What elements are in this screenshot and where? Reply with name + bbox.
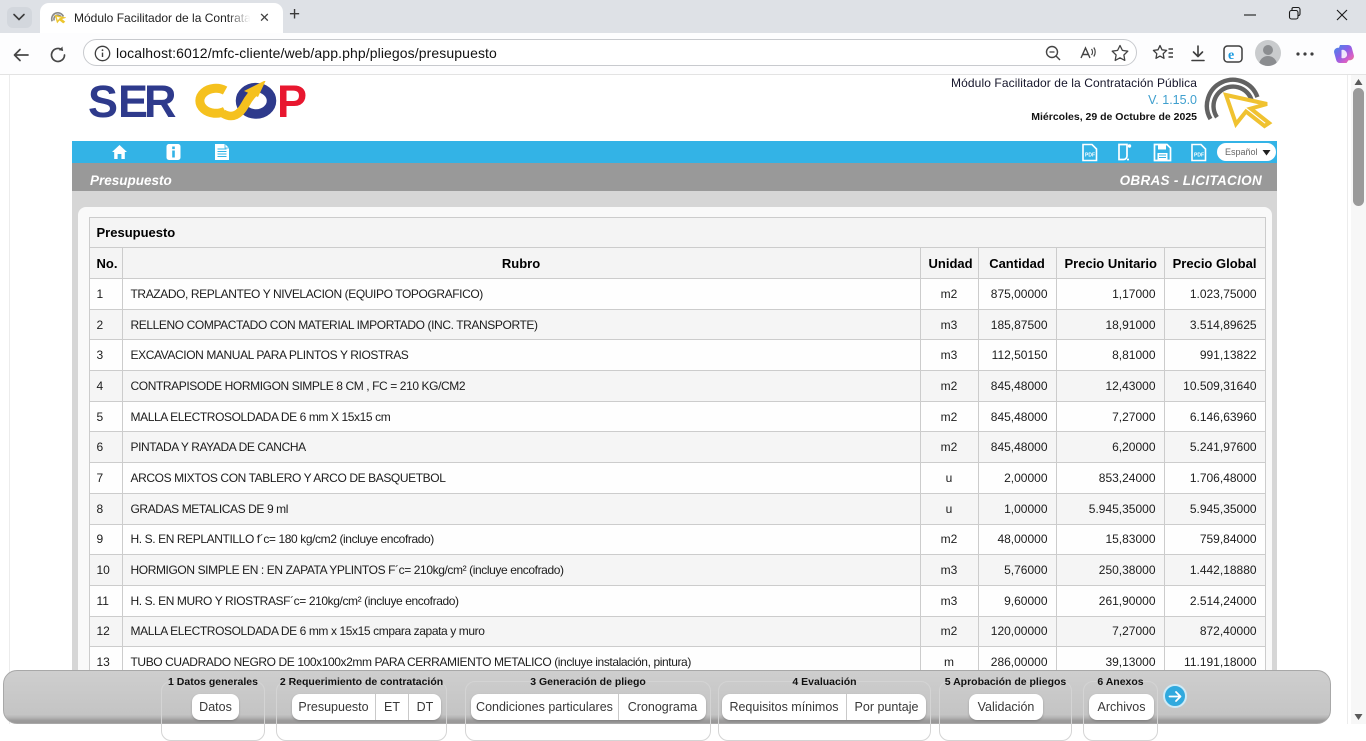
svg-text:PDF: PDF xyxy=(1194,153,1204,159)
svg-text:e: e xyxy=(1228,48,1234,63)
svg-text:PDF: PDF xyxy=(1085,153,1095,159)
svg-text:R: R xyxy=(144,81,177,127)
svg-text:P: P xyxy=(277,81,307,127)
svg-text:S: S xyxy=(89,81,118,127)
